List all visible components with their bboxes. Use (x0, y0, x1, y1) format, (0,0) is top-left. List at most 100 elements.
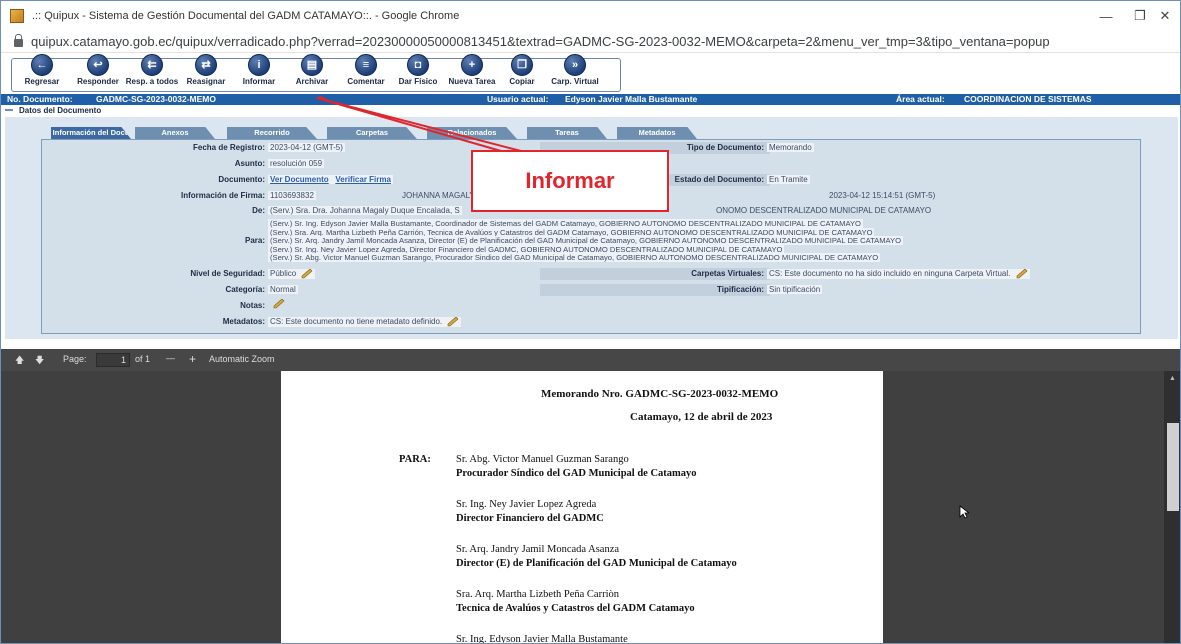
tab-relacionados[interactable]: Relacionados (427, 127, 517, 139)
toolbar-button-label: Resp. a todos (125, 77, 179, 86)
toolbar-button-reasignar[interactable]: ⇄ Reasignar (178, 54, 234, 92)
categoria-label: Categoría: (225, 285, 265, 294)
notas-label: Notas: (240, 301, 265, 310)
zoom-out-button[interactable]: — (166, 353, 175, 363)
archive-icon: ▤ (301, 54, 323, 76)
reply-all-icon: ⇇ (141, 54, 163, 76)
para-label: Para: (244, 236, 265, 245)
section-title: Datos del Documento (19, 106, 102, 115)
firma-date: 2023-04-12 15:14:51 (GMT-5) (829, 191, 936, 200)
physical-icon: ◘ (407, 54, 429, 76)
toolbar-button-nueva-tarea[interactable]: + Nueva Tarea (444, 54, 500, 92)
close-button[interactable]: ✕ (1142, 1, 1180, 31)
toolbar-button-label: Archivar (295, 77, 329, 86)
toolbar-button-responder[interactable]: ↩ Responder (70, 54, 126, 92)
title-bar: .:: Quipux - Sistema de Gestión Document… (1, 1, 1180, 31)
scroll-thumb[interactable] (1167, 423, 1179, 511)
page-number-input[interactable]: 1 (96, 353, 130, 367)
tipo-value: Memorando (767, 143, 814, 152)
current-user-value: Edyson Javier Malla Bustamante (565, 94, 698, 104)
toolbar-button-regresar[interactable]: ← Regresar (14, 54, 70, 92)
para-label-pdf: PARA: (399, 454, 431, 465)
window-title: .:: Quipux - Sistema de Gestión Document… (32, 10, 460, 22)
toolbar-button-label: Comentar (347, 77, 385, 86)
toolbar-button-label: Responder (77, 77, 119, 86)
metadatos-label: Metadatos: (222, 317, 265, 326)
current-area-label: Área actual: (896, 94, 945, 104)
nivel-value-cell: Público (268, 269, 316, 279)
reply-icon: ↩ (87, 54, 109, 76)
pdf-viewer[interactable]: Memorando Nro. GADMC-SG-2023-0032-MEMO C… (1, 371, 1180, 644)
notas-edit (268, 299, 287, 309)
prev-page-icon[interactable]: 🡅 (15, 353, 24, 369)
documento-label: Documento: (218, 175, 265, 184)
current-user-label: Usuario actual: (487, 94, 549, 104)
tab-recorrido[interactable]: Recorrido (227, 127, 317, 139)
edit-pencil-icon[interactable] (301, 269, 313, 279)
recipient-role: Tecnica de Avalúos y Catastros del GADM … (456, 603, 695, 614)
copy-icon: ❐ (511, 54, 533, 76)
app-icon (10, 9, 24, 23)
tab-carpetas[interactable]: Carpetas (327, 127, 417, 139)
tipificacion-value: Sin tipificación (767, 285, 823, 294)
carpetas-value: CS: Este documento no ha sido incluido e… (769, 269, 1011, 279)
new-task-icon: + (461, 54, 483, 76)
toolbar-button-label: Regresar (24, 77, 60, 86)
toolbar-button-informar[interactable]: i Informar (231, 54, 287, 92)
tab-tareas[interactable]: Tareas (527, 127, 607, 139)
section-header[interactable]: Datos del Documento (1, 105, 1180, 117)
firma-name: JOHANNA MAGALY (402, 191, 475, 200)
collapse-icon[interactable] (5, 108, 13, 111)
zoom-in-button[interactable]: + (189, 352, 196, 366)
toolbar-button-archivar[interactable]: ▤ Archivar (284, 54, 340, 92)
metadatos-value-cell: CS: Este documento no tiene metadato def… (268, 317, 462, 327)
tab-metadatos[interactable]: Metadatos (617, 127, 697, 139)
carpetas-value-cell: CS: Este documento no ha sido incluido e… (767, 269, 1030, 279)
address-bar[interactable]: quipux.catamayo.gob.ec/quipux/verradicad… (1, 31, 1180, 53)
toolbar-button-comentar[interactable]: ≡ Comentar (338, 54, 394, 92)
recipient-name: Sr. Arq. Jandry Jamil Moncada Asanza (456, 544, 620, 555)
comment-icon: ≡ (355, 54, 377, 76)
recipient-name: Sr. Ing. Edyson Javier Malla Bustamante (456, 634, 628, 644)
verificar-firma-link[interactable]: Verificar Firma (335, 175, 391, 184)
nivel-value: Público (270, 269, 297, 279)
toolbar-button-carp-virtual[interactable]: » Carp. Virtual (547, 54, 603, 92)
tab-anexos[interactable]: Anexos (135, 127, 215, 139)
carpetas-label: Carpetas Virtuales: (691, 269, 764, 278)
toolbar-button-label: Dar Físico (398, 77, 438, 86)
zoom-select[interactable]: Automatic Zoom (209, 354, 275, 364)
tab-informacion[interactable]: Información del Docu (51, 127, 131, 139)
scroll-up-icon[interactable]: ▲ (1169, 375, 1176, 382)
pdf-toolbar: 🡅 🡇 Page: 1 of 1 — + Automatic Zoom (1, 349, 1180, 371)
pdf-page: Memorando Nro. GADMC-SG-2023-0032-MEMO C… (281, 371, 883, 644)
current-area-value: COORDINACION DE SISTEMAS (964, 94, 1092, 104)
firma-label: Información de Firma: (180, 191, 265, 200)
metadatos-value: CS: Este documento no tiene metadato def… (270, 317, 443, 327)
toolbar-button-label: Nueva Tarea (448, 77, 496, 86)
edit-pencil-icon[interactable] (1016, 269, 1028, 279)
url-text[interactable]: quipux.catamayo.gob.ec/quipux/verradicad… (31, 34, 1050, 49)
edit-pencil-icon[interactable] (447, 317, 459, 327)
recipient-role: Director Financiero del GADMC (456, 513, 604, 524)
toolbar-button-dar-f-sico[interactable]: ◘ Dar Físico (390, 54, 446, 92)
recipient-name: Sra. Arq. Martha Lizbeth Peña Carriòn (456, 589, 619, 600)
virtual-folder-icon: » (564, 54, 586, 76)
toolbar-button-label: Copiar (509, 77, 535, 86)
pdf-scrollbar[interactable]: ▲ (1164, 371, 1180, 643)
mouse-cursor-icon (959, 505, 969, 519)
recipient-role: Procurador Síndico del GAD Municipal de … (456, 468, 697, 479)
document-header: No. Documento: GADMC-SG-2023-0032-MEMO U… (1, 94, 1180, 105)
next-page-icon[interactable]: 🡇 (35, 353, 44, 369)
toolbar-button-resp-a-todos[interactable]: ⇇ Resp. a todos (124, 54, 180, 92)
recipient-role: Director (E) de Planificación del GAD Mu… (456, 558, 737, 569)
nivel-label: Nivel de Seguridad: (190, 269, 265, 278)
documento-links: Ver Documento Verificar Firma (268, 175, 393, 184)
fecha-label: Fecha de Registro: (192, 143, 265, 152)
edit-pencil-icon[interactable] (273, 299, 285, 309)
recipient-name: Sr. Abg. Victor Manuel Guzman Sarango (456, 454, 629, 465)
toolbar-button-label: Carp. Virtual (551, 77, 599, 86)
ver-documento-link[interactable]: Ver Documento (270, 175, 329, 184)
para-recipient-line: (Serv.) Sr. Abg. Victor Manuel Guzman Sa… (268, 253, 881, 263)
categoria-value: Normal (268, 285, 298, 294)
toolbar-button-copiar[interactable]: ❐ Copiar (494, 54, 550, 92)
